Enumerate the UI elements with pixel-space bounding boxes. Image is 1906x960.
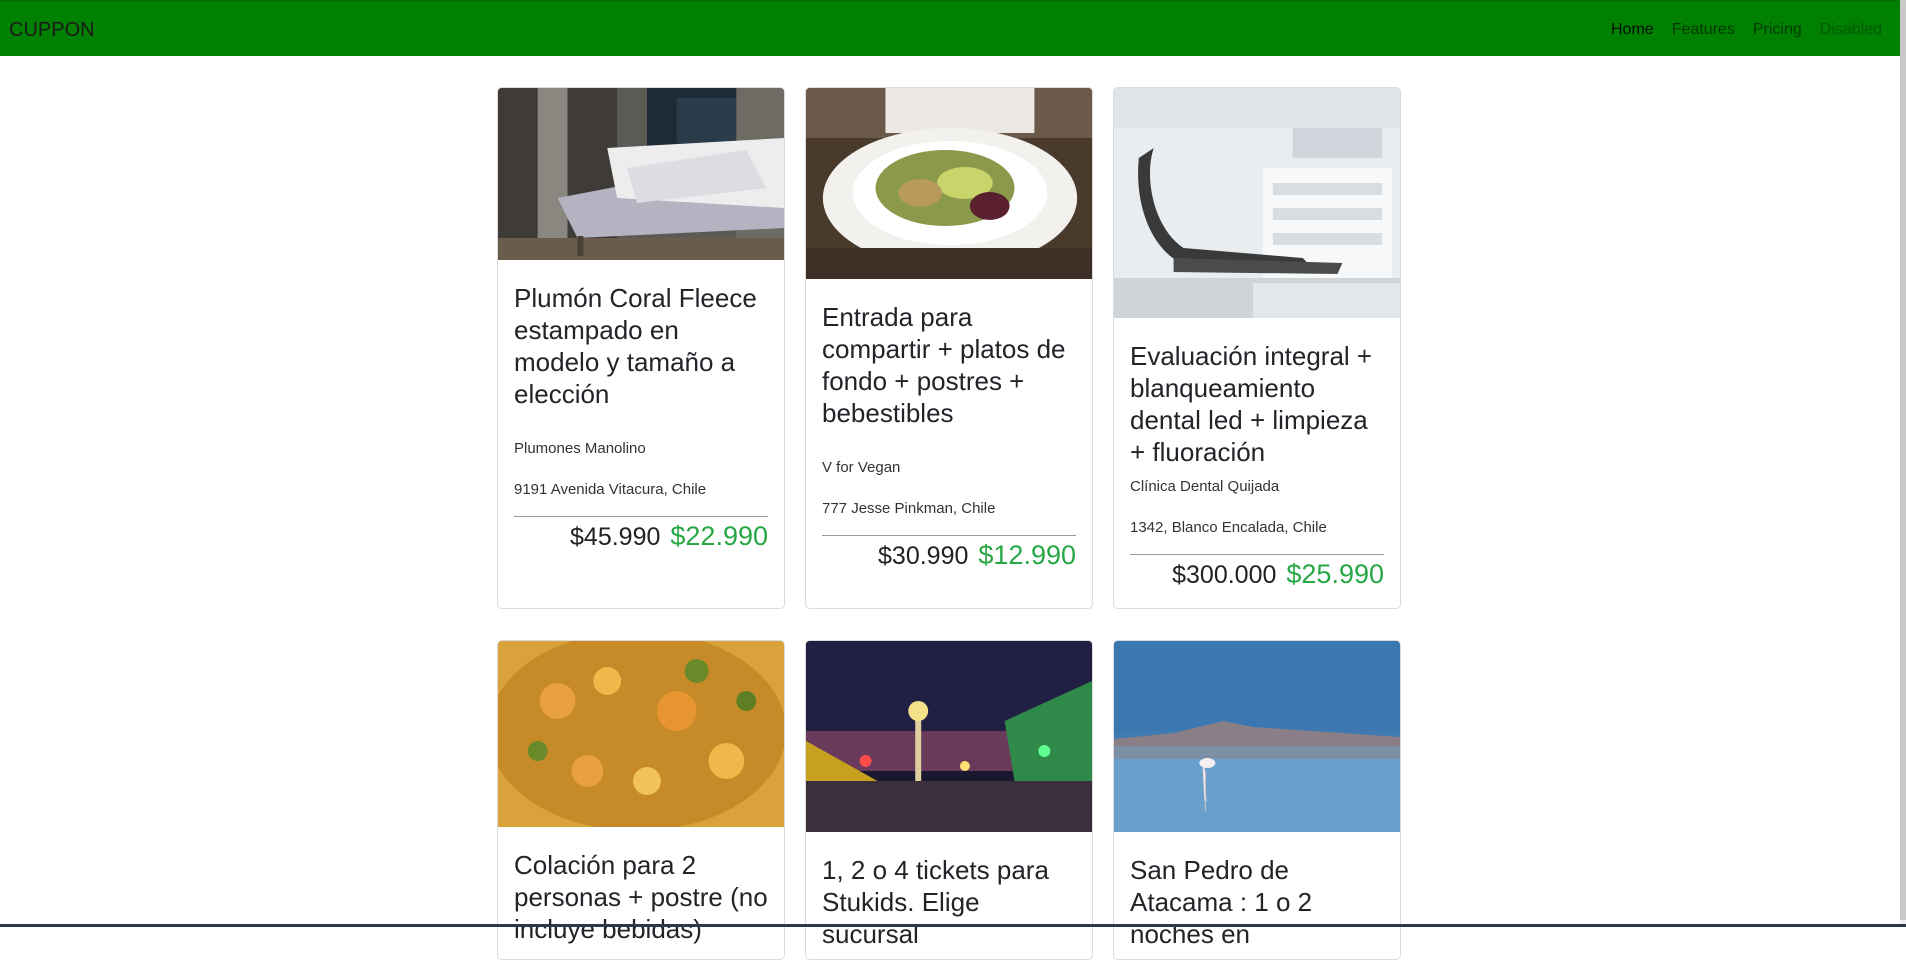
deal-address: 1342, Blanco Encalada, Chile (1130, 519, 1327, 536)
food-dish-photo (498, 641, 784, 827)
deal-title[interactable]: San Pedro de Atacama : 1 o 2 noches en (1130, 854, 1384, 950)
price-original: $30.990 (878, 542, 969, 570)
deal-card[interactable]: Plumón Coral Fleece estampado en modelo … (497, 87, 785, 609)
amusement-park-photo (806, 641, 1092, 832)
deal-title[interactable]: 1, 2 o 4 tickets para Stukids. Elige suc… (822, 854, 1076, 950)
bedroom-photo (498, 88, 784, 260)
card-body: Entrada para compartir + platos de fondo… (806, 279, 1092, 587)
deal-card[interactable]: San Pedro de Atacama : 1 o 2 noches en (1113, 640, 1401, 960)
card-body: Colación para 2 personas + postre (no in… (498, 827, 784, 959)
price-original: $300.000 (1172, 561, 1277, 589)
price-discount: $12.990 (978, 540, 1076, 570)
deal-card[interactable]: Colación para 2 personas + postre (no in… (497, 640, 785, 960)
vegan-salad-photo (806, 88, 1092, 279)
deal-merchant: Clínica Dental Quijada (1130, 478, 1280, 495)
scrollbar-thumb[interactable] (1900, 0, 1906, 920)
brand-logo-link[interactable]: CUPPON (9, 19, 95, 42)
card-body: Evaluación integral + blanqueamiento den… (1114, 318, 1400, 606)
top-navbar: CUPPON Home Features Pricing Disabled (0, 0, 1900, 56)
nav-link-features[interactable]: Features (1672, 21, 1735, 39)
price-discount: $22.990 (670, 521, 768, 551)
dental-chair-photo (1114, 88, 1400, 318)
deal-title[interactable]: Evaluación integral + blanqueamiento den… (1130, 340, 1384, 468)
card-body: 1, 2 o 4 tickets para Stukids. Elige suc… (806, 832, 1092, 959)
card-body: Plumón Coral Fleece estampado en modelo … (498, 260, 784, 568)
deal-card[interactable]: 1, 2 o 4 tickets para Stukids. Elige suc… (805, 640, 1093, 960)
deal-address: 777 Jesse Pinkman, Chile (822, 500, 996, 517)
vertical-scrollbar[interactable] (1900, 0, 1906, 927)
flamingo-lake-photo (1114, 641, 1400, 832)
deal-title[interactable]: Colación para 2 personas + postre (no in… (514, 849, 768, 945)
price-row: $30.990 $12.990 (822, 535, 1076, 571)
nav-links: Home Features Pricing Disabled (1611, 21, 1882, 39)
deal-address: 9191 Avenida Vitacura, Chile (514, 481, 707, 498)
nav-link-disabled: Disabled (1819, 21, 1882, 38)
price-row: $300.000 $25.990 (1130, 554, 1384, 590)
price-row: $45.990 $22.990 (514, 516, 768, 552)
deal-title[interactable]: Plumón Coral Fleece estampado en modelo … (514, 282, 768, 410)
price-original: $45.990 (570, 523, 661, 551)
deal-title[interactable]: Entrada para compartir + platos de fondo… (822, 301, 1076, 429)
card-body: San Pedro de Atacama : 1 o 2 noches en (1114, 832, 1400, 959)
nav-link-home[interactable]: Home (1611, 21, 1654, 39)
deal-merchant: Plumones Manolino (514, 440, 646, 457)
deal-card[interactable]: Entrada para compartir + platos de fondo… (805, 87, 1093, 609)
price-discount: $25.990 (1286, 559, 1384, 589)
deals-grid: Plumón Coral Fleece estampado en modelo … (497, 87, 1401, 960)
nav-link-pricing[interactable]: Pricing (1753, 21, 1802, 39)
deal-card[interactable]: Evaluación integral + blanqueamiento den… (1113, 87, 1401, 609)
deal-merchant: V for Vegan (822, 459, 901, 476)
